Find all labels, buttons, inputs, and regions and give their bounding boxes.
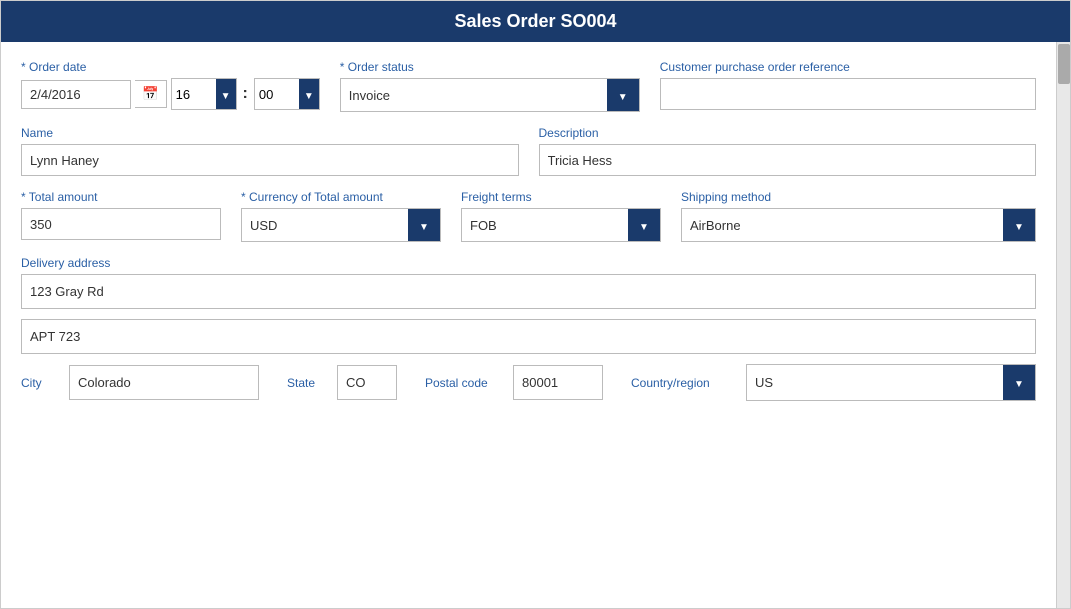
postal-code-label: Postal code: [425, 376, 493, 390]
state-label: State: [287, 376, 317, 390]
city-input[interactable]: [69, 365, 259, 400]
shipping-method-label: Shipping method: [681, 190, 1036, 204]
total-amount-input[interactable]: [21, 208, 221, 240]
form-area: Order date 📅 16 : 00: [1, 42, 1056, 608]
row-city-state: City State Postal code Country/region US…: [21, 364, 1036, 401]
row-totals: Total amount Currency of Total amount US…: [21, 190, 1036, 242]
freight-dropdown-button[interactable]: [628, 209, 660, 241]
freight-terms-group: Freight terms FOB CIF EXW DDP: [461, 190, 661, 242]
customer-po-group: Customer purchase order reference: [660, 60, 1036, 110]
currency-select[interactable]: USD EUR GBP CAD: [242, 209, 408, 241]
sales-order-window: Sales Order SO004 Order date 📅 16: [0, 0, 1071, 609]
minute-select-wrapper: 00: [254, 78, 320, 110]
time-colon: :: [241, 85, 250, 103]
hour-select[interactable]: 16: [172, 81, 216, 108]
shipping-select[interactable]: AirBorne FedEx UPS DHL: [682, 209, 1003, 241]
shipping-select-wrapper: AirBorne FedEx UPS DHL: [681, 208, 1036, 242]
order-status-select-wrapper: Invoice Draft Confirmed Cancelled: [340, 78, 640, 112]
row-name-description: Name Description: [21, 126, 1036, 176]
title-bar: Sales Order SO004: [1, 1, 1070, 42]
currency-dropdown-button[interactable]: [408, 209, 440, 241]
total-amount-group: Total amount: [21, 190, 221, 240]
state-input[interactable]: [337, 365, 397, 400]
minute-dropdown-button[interactable]: [299, 79, 319, 109]
freight-terms-label: Freight terms: [461, 190, 661, 204]
page-title: Sales Order SO004: [454, 11, 616, 31]
freight-select[interactable]: FOB CIF EXW DDP: [462, 209, 628, 241]
order-date-label: Order date: [21, 60, 320, 74]
country-select-wrapper: US CA GB DE FR: [746, 364, 1036, 401]
description-label: Description: [539, 126, 1037, 140]
freight-select-wrapper: FOB CIF EXW DDP: [461, 208, 661, 242]
hour-dropdown-button[interactable]: [216, 79, 236, 109]
hour-select-wrapper: 16: [171, 78, 237, 110]
customer-po-label: Customer purchase order reference: [660, 60, 1036, 74]
shipping-method-group: Shipping method AirBorne FedEx UPS DHL: [681, 190, 1036, 242]
description-input[interactable]: [539, 144, 1037, 176]
currency-group: Currency of Total amount USD EUR GBP CAD: [241, 190, 441, 242]
scrollbar[interactable]: [1056, 42, 1070, 608]
country-select[interactable]: US CA GB DE FR: [747, 365, 1003, 400]
total-amount-label: Total amount: [21, 190, 221, 204]
country-label: Country/region: [631, 376, 726, 390]
country-dropdown-button[interactable]: [1003, 365, 1035, 400]
row-order-date-status: Order date 📅 16 : 00: [21, 60, 1036, 112]
order-date-row: 📅 16 : 00: [21, 78, 320, 110]
order-date-input[interactable]: [21, 80, 131, 109]
calendar-button[interactable]: 📅: [135, 80, 167, 108]
customer-po-input[interactable]: [660, 78, 1036, 110]
order-status-select[interactable]: Invoice Draft Confirmed Cancelled: [341, 79, 607, 111]
delivery-address-group: Delivery address: [21, 256, 1036, 354]
currency-select-wrapper: USD EUR GBP CAD: [241, 208, 441, 242]
description-group: Description: [539, 126, 1037, 176]
name-label: Name: [21, 126, 519, 140]
postal-code-input[interactable]: [513, 365, 603, 400]
scroll-thumb[interactable]: [1058, 44, 1070, 84]
order-date-group: Order date 📅 16 : 00: [21, 60, 320, 110]
minute-select[interactable]: 00: [255, 81, 299, 108]
name-input[interactable]: [21, 144, 519, 176]
order-status-label: Order status: [340, 60, 640, 74]
delivery-address-line1-input[interactable]: [21, 274, 1036, 309]
delivery-address-label: Delivery address: [21, 256, 1036, 270]
order-status-dropdown-button[interactable]: [607, 79, 639, 111]
shipping-dropdown-button[interactable]: [1003, 209, 1035, 241]
delivery-address-line2-input[interactable]: [21, 319, 1036, 354]
order-status-group: Order status Invoice Draft Confirmed Can…: [340, 60, 640, 112]
name-group: Name: [21, 126, 519, 176]
currency-label: Currency of Total amount: [241, 190, 441, 204]
city-label: City: [21, 376, 49, 390]
